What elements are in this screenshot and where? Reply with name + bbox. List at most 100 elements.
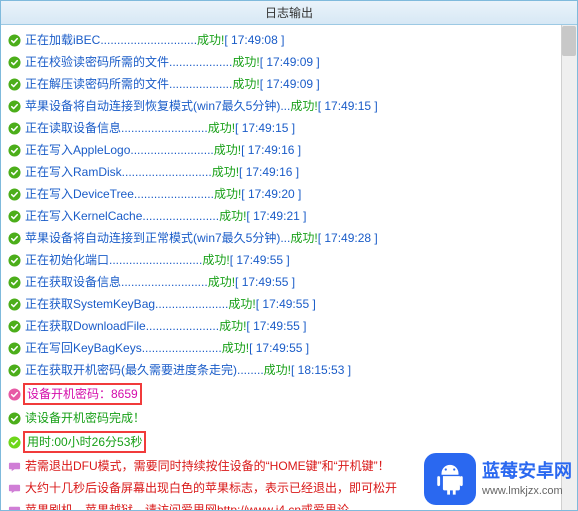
check-icon	[7, 363, 21, 377]
log-text: 正在写入AppleLogo.........................	[25, 141, 214, 159]
check-icon	[7, 297, 21, 311]
done-text: 读设备开机密码完成！	[25, 409, 145, 427]
log-line: 设备开机密码：8659	[3, 381, 575, 407]
check-icon	[7, 209, 21, 223]
log-text: 苹果设备将自动连接到正常模式(win7最久5分钟)...	[25, 229, 290, 247]
log-text: 正在解压读密码所需的文件...................	[25, 75, 232, 93]
log-line: 正在获取DownloadFile......................成功…	[3, 315, 575, 337]
log-time: [ 17:49:55 ]	[246, 317, 306, 335]
log-text: 正在获取SystemKeyBag......................	[25, 295, 228, 313]
log-time: [ 17:49:55 ]	[256, 295, 316, 313]
log-time: [ 17:49:15 ]	[318, 97, 378, 115]
log-line: 苹果设备将自动连接到正常模式(win7最久5分钟)...成功![ 17:49:2…	[3, 227, 575, 249]
check-icon	[7, 165, 21, 179]
log-status: 成功!	[228, 295, 255, 313]
watermark-sub: www.lmkjzx.com	[482, 484, 572, 498]
log-time: [ 17:49:20 ]	[241, 185, 301, 203]
log-line: 正在获取开机密码(最久需要进度条走完)........成功![ 18:15:53…	[3, 359, 575, 381]
log-time: [ 17:49:09 ]	[260, 75, 320, 93]
bubble-icon	[7, 503, 21, 510]
log-text: 正在读取设备信息..........................	[25, 119, 208, 137]
tip-text: 若需退出DFU模式，需要同时持续按住设备的“HOME键”和“开机键”！	[25, 457, 390, 475]
time-highlight: 用时:00小时26分53秒	[23, 431, 146, 453]
android-icon	[424, 453, 476, 505]
check-icon	[7, 121, 21, 135]
title-bar: 日志输出	[1, 1, 577, 25]
log-status: 成功!	[214, 141, 241, 159]
log-time: [ 17:49:55 ]	[230, 251, 290, 269]
log-text: 正在写入KernelCache.......................	[25, 207, 219, 225]
log-line: 正在校验读密码所需的文件...................成功![ 17:4…	[3, 51, 575, 73]
log-status: 成功!	[290, 97, 317, 115]
log-line: 正在初始化端口............................成功![ …	[3, 249, 575, 271]
log-time: [ 17:49:16 ]	[239, 163, 299, 181]
check-icon	[7, 187, 21, 201]
log-time: [ 17:49:28 ]	[318, 229, 378, 247]
bubble-icon	[7, 459, 21, 473]
log-line: 正在写入AppleLogo.........................成功…	[3, 139, 575, 161]
log-text: 正在获取设备信息..........................	[25, 273, 208, 291]
check-icon	[7, 143, 21, 157]
log-container: 正在加载iBEC.............................成功!…	[3, 29, 575, 510]
log-time: [ 17:49:09 ]	[260, 53, 320, 71]
log-time: [ 17:49:15 ]	[235, 119, 295, 137]
watermark-main: 蓝莓安卓网	[482, 460, 572, 483]
log-line: 正在读取设备信息..........................成功![ 1…	[3, 117, 575, 139]
log-time: [ 17:49:55 ]	[249, 339, 309, 357]
log-status: 成功!	[202, 251, 229, 269]
log-text: 正在获取开机密码(最久需要进度条走完)........	[25, 361, 264, 379]
log-area[interactable]: 正在加载iBEC.............................成功!…	[1, 25, 577, 510]
log-text: 正在写入RamDisk...........................	[25, 163, 212, 181]
tip-text: 大约十几秒后设备屏幕出现白色的苹果标志，表示已经退出，即可松开	[25, 479, 397, 497]
log-text: 正在获取DownloadFile......................	[25, 317, 219, 335]
log-status: 成功!	[208, 273, 235, 291]
check-icon	[7, 319, 21, 333]
time-text: 用时:00小时26分53秒	[27, 435, 142, 449]
tip-text: 苹果刷机，苹果越狱，请访问爱思网http://www.i4.cn或爱思论	[25, 501, 349, 510]
check-icon	[7, 77, 21, 91]
check-icon	[7, 387, 21, 401]
log-line: 正在解压读密码所需的文件...................成功![ 17:4…	[3, 73, 575, 95]
log-line: 正在写入DeviceTree........................成功…	[3, 183, 575, 205]
check-icon	[7, 55, 21, 69]
log-status: 成功!	[290, 229, 317, 247]
log-line: 正在写回KeyBagKeys........................成功…	[3, 337, 575, 359]
check-icon	[7, 435, 21, 449]
scrollbar-thumb[interactable]	[562, 26, 576, 56]
log-status: 成功!	[214, 185, 241, 203]
log-status: 成功!	[219, 207, 246, 225]
log-status: 成功!	[264, 361, 291, 379]
log-line: 正在写入RamDisk...........................成功…	[3, 161, 575, 183]
log-line: 读设备开机密码完成！	[3, 407, 575, 429]
log-status: 成功!	[232, 75, 259, 93]
log-text: 苹果设备将自动连接到恢复模式(win7最久5分钟)...	[25, 97, 290, 115]
password-text: 设备开机密码：8659	[27, 387, 138, 401]
log-time: [ 18:15:53 ]	[291, 361, 351, 379]
log-status: 成功!	[232, 53, 259, 71]
watermark-text: 蓝莓安卓网 www.lmkjzx.com	[482, 460, 572, 498]
log-line: 苹果设备将自动连接到恢复模式(win7最久5分钟)...成功![ 17:49:1…	[3, 95, 575, 117]
log-text: 正在写入DeviceTree........................	[25, 185, 214, 203]
check-icon	[7, 231, 21, 245]
log-text: 正在加载iBEC.............................	[25, 31, 197, 49]
check-icon	[7, 411, 21, 425]
log-line: 用时:00小时26分53秒	[3, 429, 575, 455]
log-text: 正在校验读密码所需的文件...................	[25, 53, 232, 71]
log-line: 正在获取设备信息..........................成功![ 1…	[3, 271, 575, 293]
log-text: 正在初始化端口............................	[25, 251, 202, 269]
log-time: [ 17:49:16 ]	[241, 141, 301, 159]
log-status: 成功!	[208, 119, 235, 137]
log-status: 成功!	[197, 31, 224, 49]
bubble-icon	[7, 481, 21, 495]
log-line: 正在获取SystemKeyBag......................成功…	[3, 293, 575, 315]
check-icon	[7, 99, 21, 113]
log-text: 正在写回KeyBagKeys........................	[25, 339, 222, 357]
password-highlight: 设备开机密码：8659	[23, 383, 142, 405]
log-line: 正在写入KernelCache.......................成功…	[3, 205, 575, 227]
scrollbar[interactable]	[561, 25, 577, 510]
check-icon	[7, 253, 21, 267]
log-status: 成功!	[212, 163, 239, 181]
log-line: 正在加载iBEC.............................成功!…	[3, 29, 575, 51]
log-status: 成功!	[219, 317, 246, 335]
log-time: [ 17:49:08 ]	[224, 31, 284, 49]
